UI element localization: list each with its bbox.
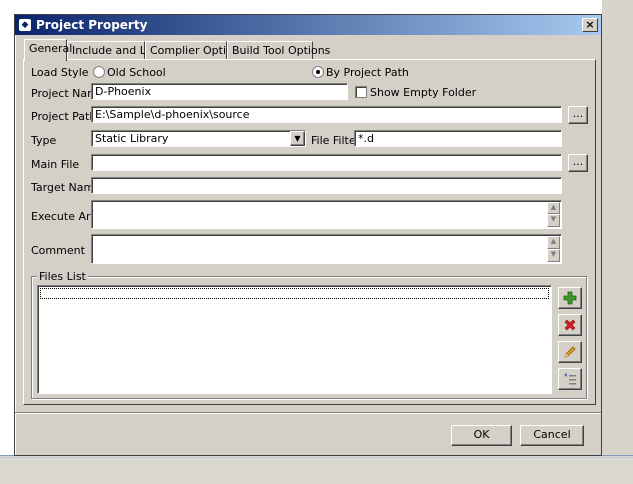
execute-args-scroll-up-icon[interactable]: ▲ — [547, 202, 560, 214]
by-project-path-radio[interactable] — [312, 66, 324, 78]
tab-general[interactable]: General — [24, 39, 72, 61]
show-empty-folder-label[interactable]: Show Empty Folder — [370, 86, 476, 99]
background-window-bottom — [0, 455, 633, 484]
close-button[interactable]: × — [582, 18, 598, 32]
edit-icon — [564, 346, 576, 358]
file-filter-label: File Filter — [311, 134, 361, 147]
load-style-label: Load Style — [31, 66, 89, 79]
execute-args-textarea[interactable] — [91, 200, 562, 229]
execute-args-scroll-down-icon[interactable]: ▼ — [547, 214, 560, 227]
project-path-browse-button[interactable]: ... — [568, 106, 588, 124]
by-project-path-label[interactable]: By Project Path — [326, 66, 409, 79]
project-path-label: Project Path — [31, 110, 97, 123]
files-list-legend: Files List — [37, 270, 88, 283]
delete-icon — [564, 319, 576, 331]
show-empty-folder-checkbox[interactable] — [355, 86, 367, 98]
type-select-value: Static Library — [95, 132, 169, 145]
project-path-input[interactable]: E:\Sample\d-phoenix\source — [91, 106, 562, 123]
comment-scroll-up-icon[interactable]: ▲ — [547, 236, 560, 249]
footer-separator — [15, 412, 601, 414]
project-name-input[interactable]: D-Phoenix — [91, 83, 348, 100]
comment-label: Comment — [31, 244, 85, 257]
comment-textarea[interactable] — [91, 234, 562, 264]
add-icon — [563, 291, 577, 305]
type-label: Type — [31, 134, 57, 147]
main-file-label: Main File — [31, 158, 80, 171]
move-file-button[interactable] — [558, 368, 582, 390]
tab-complier-options[interactable]: Complier Options — [145, 41, 245, 60]
tab-build-tool-options[interactable]: Build Tool Options — [227, 41, 330, 60]
main-file-browse-button[interactable]: ... — [568, 154, 588, 172]
tab-include-and-libs[interactable]: Include and Libs — [67, 41, 162, 60]
move-icon — [564, 373, 576, 385]
type-dropdown-arrow-icon[interactable]: ▼ — [290, 131, 305, 146]
comment-scroll-down-icon[interactable]: ▼ — [547, 249, 560, 262]
file-filter-input[interactable]: *.d — [354, 130, 562, 147]
background-window-edge — [602, 0, 633, 484]
app-icon: ◆ — [19, 19, 31, 31]
target-name-input[interactable] — [91, 177, 562, 194]
ok-button[interactable]: OK — [451, 425, 512, 446]
main-file-input[interactable] — [91, 154, 562, 171]
edit-file-button[interactable] — [558, 341, 582, 363]
type-select[interactable]: Static Library — [91, 130, 306, 147]
old-school-label[interactable]: Old School — [107, 66, 166, 79]
dialog-title: Project Property — [36, 18, 148, 32]
delete-file-button[interactable] — [558, 314, 582, 336]
list-item[interactable] — [40, 288, 549, 299]
old-school-radio[interactable] — [93, 66, 105, 78]
files-list[interactable] — [37, 285, 552, 394]
add-file-button[interactable] — [558, 287, 582, 309]
cancel-button[interactable]: Cancel — [520, 425, 584, 446]
